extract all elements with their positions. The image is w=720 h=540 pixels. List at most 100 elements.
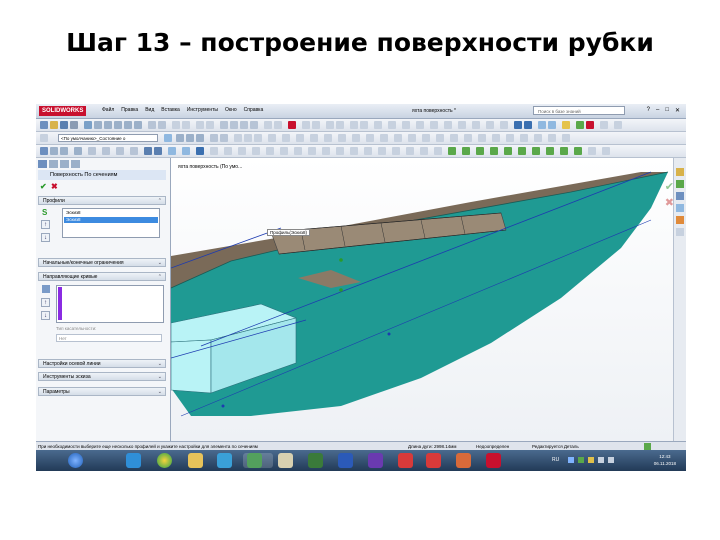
thicken-icon[interactable] xyxy=(548,134,556,142)
knit-icon[interactable] xyxy=(408,134,416,142)
zoom-fit-icon[interactable] xyxy=(144,147,152,155)
mate-reference-icon[interactable] xyxy=(406,147,414,155)
section-icon[interactable] xyxy=(388,121,396,129)
center-mass-icon[interactable] xyxy=(420,147,428,155)
terminal-icon[interactable] xyxy=(308,453,323,468)
mirror-icon[interactable] xyxy=(196,121,204,129)
curve-icon[interactable] xyxy=(350,121,358,129)
appearance-icon[interactable] xyxy=(486,121,494,129)
shadows-icon[interactable] xyxy=(296,134,304,142)
menu-edit[interactable]: Правка xyxy=(121,107,138,113)
dimension-icon[interactable] xyxy=(182,121,190,129)
word-icon[interactable] xyxy=(338,453,353,468)
rotate-icon[interactable] xyxy=(416,121,424,129)
zoom-icon[interactable] xyxy=(402,121,410,129)
open-file-icon[interactable] xyxy=(50,121,58,129)
network-icon[interactable] xyxy=(598,457,604,463)
view-front-icon[interactable] xyxy=(538,121,546,129)
custom-props-icon[interactable] xyxy=(676,228,684,236)
light-icon[interactable] xyxy=(562,121,570,129)
menu-view[interactable]: Вид xyxy=(145,107,154,113)
quick-snaps-icon[interactable] xyxy=(490,147,498,155)
cancel-icon[interactable] xyxy=(586,121,594,129)
balloon-icon[interactable] xyxy=(350,147,358,155)
spline-tool-icon[interactable] xyxy=(134,121,142,129)
design-library-icon[interactable] xyxy=(676,180,684,188)
list-item[interactable]: Эскиз8 xyxy=(64,210,158,216)
revolve-icon[interactable] xyxy=(230,121,238,129)
chamfer-icon[interactable] xyxy=(274,121,282,129)
rapid-sketch-icon[interactable] xyxy=(504,147,512,155)
shaded-icon[interactable] xyxy=(234,134,242,142)
status-units-icon[interactable] xyxy=(644,443,651,450)
check-sketch-icon[interactable] xyxy=(462,147,470,155)
instant2d-icon[interactable] xyxy=(518,147,526,155)
project-icon[interactable] xyxy=(102,147,110,155)
chrome-icon[interactable] xyxy=(157,453,172,468)
new-file-icon[interactable] xyxy=(40,121,48,129)
delete-face-icon[interactable] xyxy=(520,134,528,142)
intersect-icon[interactable] xyxy=(116,147,124,155)
convert-icon[interactable] xyxy=(88,147,96,155)
guide-curves-list[interactable] xyxy=(56,285,164,323)
repair-sketch-icon[interactable] xyxy=(476,147,484,155)
move-icon[interactable] xyxy=(50,147,58,155)
point-icon[interactable] xyxy=(336,121,344,129)
media-player-icon[interactable] xyxy=(217,453,232,468)
folder-window-icon[interactable] xyxy=(278,453,293,468)
taskbar-clock[interactable]: 12:43 06.11.2018 xyxy=(654,453,676,467)
view-top-icon[interactable] xyxy=(548,121,556,129)
macro-icon[interactable] xyxy=(588,147,596,155)
profiles-list[interactable]: Эскиз8 Эскиз8 xyxy=(62,208,160,238)
section-profiles[interactable]: Профили ⌃ xyxy=(38,196,166,205)
explorer-icon[interactable] xyxy=(188,453,203,468)
grid-icon[interactable] xyxy=(196,134,204,142)
curvature-icon[interactable] xyxy=(324,134,332,142)
offset-surface-icon[interactable] xyxy=(478,134,486,142)
search-input[interactable]: Поиск в базе знаний xyxy=(533,106,625,115)
draft-icon[interactable] xyxy=(352,134,360,142)
pattern-icon[interactable] xyxy=(206,121,214,129)
config-manager-tab[interactable] xyxy=(60,160,69,168)
section-sketch-tools[interactable]: Инструменты эскиза ⌄ xyxy=(38,372,166,381)
section-guide-curves[interactable]: Направляющие кривые ⌃ xyxy=(38,272,166,281)
previous-view-icon[interactable] xyxy=(168,147,176,155)
mass-props-icon[interactable] xyxy=(374,121,382,129)
replace-face-icon[interactable] xyxy=(534,134,542,142)
rebuild-icon[interactable] xyxy=(600,121,608,129)
file-explorer-icon[interactable] xyxy=(676,192,684,200)
configuration-combo[interactable]: <По умолчанию>_Состояние о xyxy=(58,134,158,142)
shaded-sketch-icon[interactable] xyxy=(532,147,540,155)
cube-view-icon[interactable] xyxy=(220,134,228,142)
apply-scene-icon[interactable] xyxy=(252,147,260,155)
minimize-icon[interactable]: – xyxy=(656,107,659,114)
extend-icon[interactable] xyxy=(436,134,444,142)
scene-icon[interactable] xyxy=(500,121,508,129)
selection-point[interactable] xyxy=(339,258,343,262)
sketch-tool-icon[interactable] xyxy=(84,121,92,129)
menu-file[interactable]: Файл xyxy=(102,107,114,113)
cancel-x-icon[interactable]: ✖ xyxy=(51,182,58,191)
perspective-icon[interactable] xyxy=(282,134,290,142)
property-manager-tab[interactable] xyxy=(49,160,58,168)
solidworks-taskbar-icon[interactable] xyxy=(486,453,501,468)
ambient-icon[interactable] xyxy=(280,147,288,155)
maximize-icon[interactable]: □ xyxy=(665,107,669,114)
snap-icon[interactable] xyxy=(210,134,218,142)
close-icon[interactable]: ✕ xyxy=(675,107,680,114)
zebra-icon[interactable] xyxy=(338,134,346,142)
settings-icon[interactable] xyxy=(614,121,622,129)
reference-icon[interactable] xyxy=(378,147,386,155)
bounding-box-icon[interactable] xyxy=(434,147,442,155)
offset-tool-icon[interactable] xyxy=(158,121,166,129)
tray-icon[interactable] xyxy=(578,457,584,463)
hide-show-icon[interactable] xyxy=(472,121,480,129)
section-centerline[interactable]: Настройки осевой линии ⌄ xyxy=(38,359,166,368)
profile-callout[interactable]: Профиль(Эскиз8) xyxy=(267,229,310,236)
sweep-icon[interactable] xyxy=(240,121,248,129)
measure-icon[interactable] xyxy=(360,121,368,129)
smart-dim-icon[interactable] xyxy=(186,134,194,142)
edges-icon[interactable] xyxy=(268,134,276,142)
print-icon[interactable] xyxy=(70,121,78,129)
menu-window[interactable]: Окно xyxy=(225,107,237,113)
